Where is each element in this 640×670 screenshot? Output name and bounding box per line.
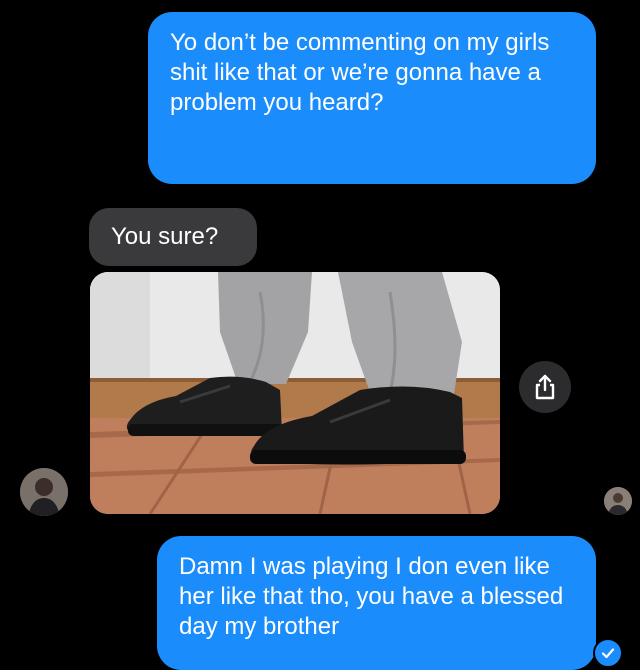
- checkmark-icon: [601, 648, 615, 659]
- incoming-message-bubble[interactable]: You sure?: [89, 208, 257, 266]
- person-icon: [20, 468, 68, 516]
- outgoing-message-bubble[interactable]: Yo don’t be commenting on my girls shit …: [148, 12, 596, 184]
- read-receipt: [593, 638, 623, 668]
- sneakers-photo: [90, 272, 500, 514]
- message-thread: Yo don’t be commenting on my girls shit …: [0, 0, 640, 670]
- outgoing-message-bubble[interactable]: Damn I was playing I don even like her l…: [157, 536, 596, 670]
- contact-avatar[interactable]: [20, 468, 68, 516]
- own-avatar[interactable]: [604, 487, 632, 515]
- message-text: Yo don’t be commenting on my girls shit …: [170, 29, 550, 116]
- message-text: You sure?: [111, 223, 219, 250]
- share-button[interactable]: [519, 361, 571, 413]
- image-attachment[interactable]: [90, 272, 500, 514]
- person-icon: [604, 487, 632, 515]
- share-icon: [535, 374, 555, 400]
- message-text: Damn I was playing I don even like her l…: [179, 553, 564, 640]
